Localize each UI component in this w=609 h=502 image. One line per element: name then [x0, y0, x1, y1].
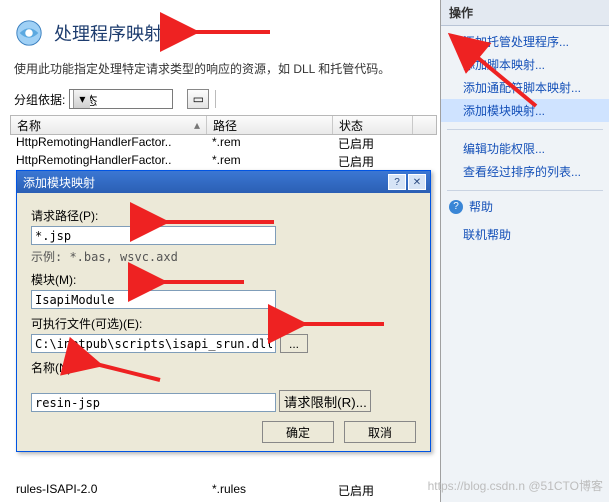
executable-label: 可执行文件(可选)(E): — [31, 315, 416, 332]
divider — [447, 190, 603, 191]
module-label: 模块(M): — [31, 271, 416, 288]
page-title: 处理程序映射 — [54, 20, 162, 46]
page-description: 使用此功能指定处理特定请求类型的响应的资源，如 DLL 和托管代码。 — [0, 56, 440, 87]
browse-button[interactable]: ... — [280, 334, 308, 353]
table-row[interactable]: HttpRemotingHandlerFactor..*.rem已启用 — [10, 153, 437, 171]
help-icon: ? — [449, 200, 463, 214]
action-edit-feature-permissions[interactable]: 编辑功能权限... — [441, 137, 609, 160]
table-row[interactable]: rules-ISAPI-2.0 *.rules 已启用 — [10, 482, 430, 499]
executable-input[interactable] — [31, 334, 276, 353]
dialog-title: 添加模块映射 — [23, 174, 95, 191]
divider — [447, 129, 603, 130]
example-text: 示例: *.bas, wsvc.axd — [31, 248, 416, 265]
handler-mapping-icon — [14, 18, 44, 48]
module-select[interactable] — [31, 290, 276, 309]
chevron-down-icon[interactable]: ▾ — [73, 90, 90, 108]
close-icon[interactable]: ✕ — [408, 174, 426, 190]
watermark: https://blog.csdn.n @51CTO博客 — [428, 477, 603, 494]
view-mode-button[interactable]: ▭ — [187, 89, 209, 109]
col-path[interactable]: 路径 — [207, 116, 333, 134]
request-path-label: 请求路径(P): — [31, 207, 416, 224]
action-add-module-mapping[interactable]: 添加模块映射... — [441, 99, 609, 122]
col-name[interactable]: 名称▴ — [11, 116, 207, 134]
online-help-link[interactable]: 联机帮助 — [441, 223, 609, 246]
ok-button[interactable]: 确定 — [262, 421, 334, 443]
name-input[interactable] — [31, 393, 276, 412]
add-module-mapping-dialog: 添加模块映射 ? ✕ 请求路径(P): 示例: *.bas, wsvc.axd … — [16, 170, 431, 452]
name-label: 名称(N): — [31, 359, 416, 376]
group-by-select[interactable]: 状态 ▾ — [69, 89, 173, 109]
cancel-button[interactable]: 取消 — [344, 421, 416, 443]
action-add-wildcard-script-map[interactable]: 添加通配符脚本映射... — [441, 76, 609, 99]
group-by-label: 分组依据: — [14, 91, 65, 108]
action-add-managed-handler[interactable]: 添加托管处理程序... — [441, 30, 609, 53]
request-restrictions-button[interactable]: 请求限制(R)... — [279, 390, 371, 412]
col-state[interactable]: 状态 — [333, 116, 413, 134]
request-path-input[interactable] — [31, 226, 276, 245]
action-view-ordered-list[interactable]: 查看经过排序的列表... — [441, 160, 609, 183]
actions-header: 操作 — [441, 0, 609, 26]
help-link[interactable]: 帮助 — [469, 198, 493, 215]
help-icon[interactable]: ? — [388, 174, 406, 190]
table-row[interactable]: HttpRemotingHandlerFactor..*.rem已启用 — [10, 135, 437, 153]
action-add-script-map[interactable]: 添加脚本映射... — [441, 53, 609, 76]
